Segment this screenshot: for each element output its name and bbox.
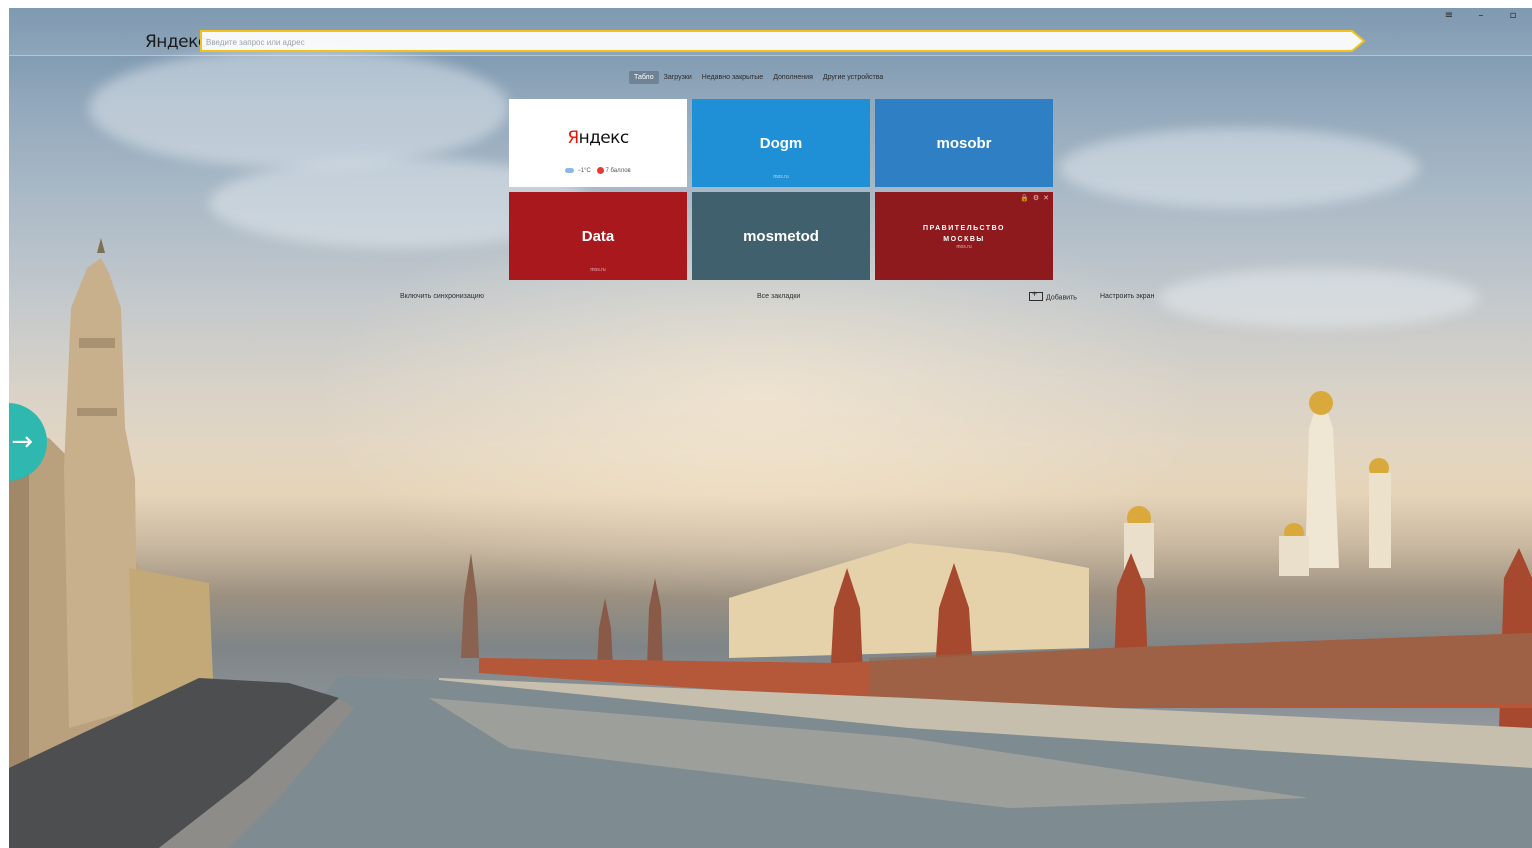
close-icon[interactable]: ✕	[1043, 194, 1049, 202]
tile-dogm[interactable]: Dogm mos.ru	[692, 99, 870, 187]
tile-yandex[interactable]: Яндекс −1°C 7 баллов	[509, 99, 687, 187]
tab-other-devices[interactable]: Другие устройства	[818, 71, 888, 84]
enable-sync-link[interactable]: Включить синхронизацию	[400, 293, 484, 300]
tile-data[interactable]: Data mos.ru	[509, 192, 687, 280]
omnibox[interactable]	[200, 30, 1366, 52]
speed-dial-grid: Яндекс −1°C 7 баллов Dogm mos.ru mosobr …	[509, 99, 1053, 281]
arrow-right-icon: →	[11, 427, 33, 457]
minimize-icon[interactable]: –	[1476, 10, 1486, 21]
tile-yandex-info: −1°C 7 баллов	[509, 166, 687, 174]
add-tile-button[interactable]: Добавить	[1029, 289, 1077, 302]
yandex-logo[interactable]: Яндекс	[145, 32, 207, 52]
browser-top-bar: Яндекс ≡ – ▫	[9, 8, 1532, 56]
gear-icon[interactable]: ⚙	[1033, 194, 1039, 202]
add-icon	[1029, 289, 1043, 301]
omnibox-input[interactable]	[204, 33, 1338, 51]
tab-downloads[interactable]: Загрузки	[659, 71, 697, 84]
new-tab-page: Яндекс ≡ – ▫ Табло Загрузки Недавно закр…	[9, 8, 1532, 848]
tile-title: Dogm	[759, 134, 803, 152]
tile-domain: mos.ru	[956, 244, 972, 250]
tile-tools: 🔒 ⚙ ✕	[1020, 194, 1049, 202]
tile-yandex-logo: Яндекс	[567, 128, 629, 148]
tile-title: mosobr	[936, 134, 992, 152]
restore-icon[interactable]: ▫	[1508, 10, 1518, 21]
window-controls: ≡ – ▫	[1444, 10, 1518, 21]
menu-icon[interactable]: ≡	[1444, 10, 1454, 21]
tile-domain: mos.ru	[590, 267, 606, 273]
tile-mosmetod[interactable]: mosmetod	[692, 192, 870, 280]
all-bookmarks-link[interactable]: Все закладки	[757, 293, 800, 300]
tab-extensions[interactable]: Дополнения	[768, 71, 818, 84]
weather-temperature: −1°C	[577, 168, 591, 174]
tile-title: Data	[581, 227, 615, 245]
tile-title: ПРАВИТЕЛЬСТВО МОСКВЫ	[923, 225, 1005, 243]
traffic-score: 7 баллов	[605, 168, 631, 174]
new-tab-nav: Табло Загрузки Недавно закрытые Дополнен…	[629, 69, 888, 85]
tile-mos-government[interactable]: 🔒 ⚙ ✕ ПРАВИТЕЛЬСТВО МОСКВЫ mos.ru	[875, 192, 1053, 280]
traffic-icon	[596, 166, 604, 174]
tab-tablo[interactable]: Табло	[629, 70, 659, 84]
customize-screen-link[interactable]: Настроить экран	[1100, 293, 1154, 300]
add-tile-label: Добавить	[1046, 294, 1077, 302]
tab-recently-closed[interactable]: Недавно закрытые	[697, 71, 768, 84]
weather-cloud-icon	[565, 167, 575, 173]
tile-domain: mos.ru	[773, 174, 789, 180]
lock-icon[interactable]: 🔒	[1020, 194, 1029, 202]
tile-title: mosmetod	[743, 227, 819, 245]
tile-mosobr[interactable]: mosobr	[875, 99, 1053, 187]
